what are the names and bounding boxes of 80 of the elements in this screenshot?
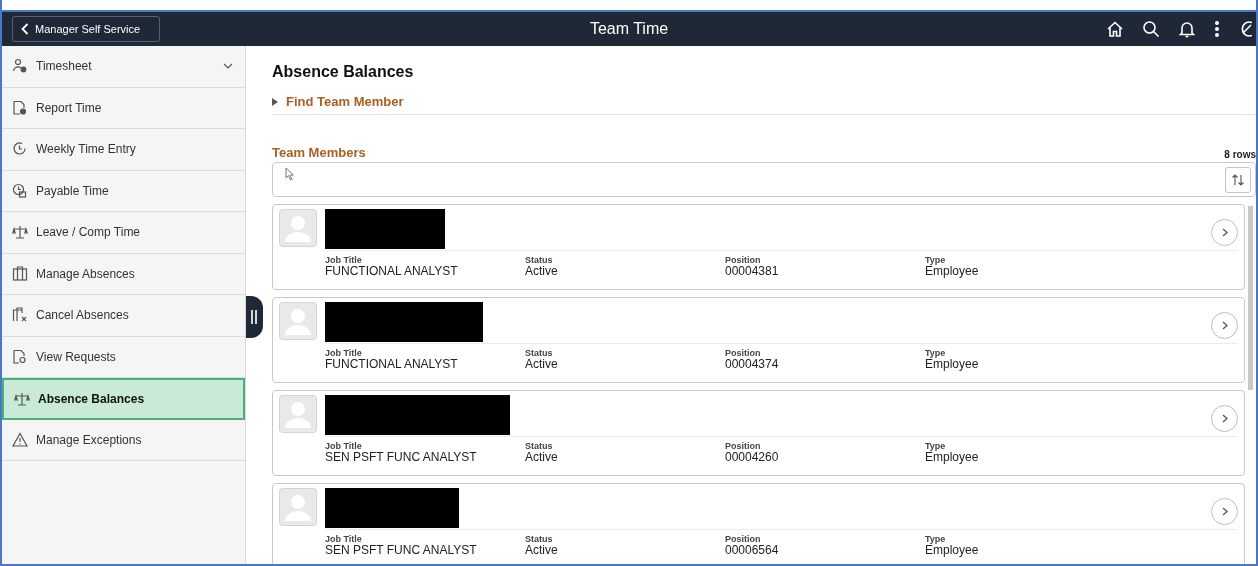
field-label: Position	[725, 349, 762, 358]
field-label: Type	[925, 349, 947, 358]
back-chevron-icon	[21, 23, 29, 35]
member-card[interactable]: Job Title SEN PSFT FUNC ANALYST Status Active Position 00004260 Type Employee	[272, 390, 1245, 476]
back-button[interactable]: Manager Self Service	[12, 16, 160, 42]
field-label: Position	[725, 256, 762, 265]
clock-icon	[12, 182, 28, 199]
sidebar-item[interactable]: Weekly Time Entry	[2, 129, 245, 171]
member-card[interactable]: Job Title SEN PSFT FUNC ANALYST Status Active Position 00006564 Type Employee	[272, 483, 1245, 564]
field-value: Active	[525, 451, 559, 465]
section-title: Team Members	[272, 143, 366, 162]
sidebar-item[interactable]: Payable Time	[2, 170, 245, 212]
avatar-icon	[279, 209, 317, 247]
field-value: 00004381	[725, 265, 780, 279]
building-icon	[12, 265, 28, 282]
field-value: Active	[525, 358, 559, 372]
collapse-handle[interactable]	[246, 296, 263, 338]
caret-right-icon	[272, 97, 278, 106]
field-value: SEN PSFT FUNC ANALYST	[325, 544, 478, 558]
field-label: Status	[525, 349, 554, 358]
home-icon[interactable]	[1106, 20, 1124, 38]
member-card[interactable]: Job Title FUNCTIONAL ANALYST Status Active Position 00004374 Type Employee	[272, 297, 1245, 383]
scrollbar-thumb[interactable]	[1248, 206, 1253, 390]
field-label: Type	[925, 442, 947, 451]
field-value: Employee	[925, 544, 980, 558]
chevron-right-icon	[1221, 228, 1228, 237]
page-title: Absence Balances	[272, 62, 415, 82]
sidebar-item[interactable]: Report Time	[2, 87, 245, 129]
cursor-icon	[285, 167, 295, 181]
sidebar-item[interactable]: Manage Absences	[2, 253, 245, 295]
field-value: Employee	[925, 451, 980, 465]
building-icon	[12, 307, 28, 324]
field-value: FUNCTIONAL ANALYST	[325, 358, 459, 372]
chevron-right-icon	[1221, 414, 1228, 423]
warning-icon	[12, 431, 28, 448]
clock-icon	[12, 141, 28, 158]
field-value: 00004260	[725, 451, 780, 465]
avatar-icon	[279, 395, 317, 433]
field-label: Status	[525, 442, 554, 451]
field-label: Type	[925, 256, 947, 265]
avatar-icon	[279, 302, 317, 340]
document-icon	[12, 348, 28, 365]
field-label: Position	[725, 442, 762, 451]
chevron-right-icon	[1221, 507, 1228, 516]
field-label: Job Title	[325, 442, 363, 451]
member-card[interactable]: Job Title FUNCTIONAL ANALYST Status Active Position 00004381 Type Employee	[272, 204, 1245, 290]
chevron-right-icon	[1221, 321, 1228, 330]
field-label: Position	[725, 535, 762, 544]
field-label: Status	[525, 256, 554, 265]
scale-icon	[12, 224, 28, 241]
field-value: Employee	[925, 265, 980, 279]
person-icon	[12, 58, 28, 75]
page-header-title: Team Time	[589, 20, 669, 37]
field-value: 00004374	[725, 358, 780, 372]
find-team-member-toggle[interactable]: Find Team Member	[272, 92, 404, 112]
field-value: Active	[525, 265, 559, 279]
field-label: Job Title	[325, 535, 363, 544]
field-value: FUNCTIONAL ANALYST	[325, 265, 459, 279]
field-label: Status	[525, 535, 554, 544]
field-label: Type	[925, 535, 947, 544]
sidebar-item[interactable]: Leave / Comp Time	[2, 212, 245, 254]
sidebar-item[interactable]: Manage Exceptions	[2, 419, 245, 461]
search-icon[interactable]	[1142, 20, 1160, 38]
sidebar-item[interactable]: Cancel Absences	[2, 295, 245, 337]
more-options-icon[interactable]	[1214, 20, 1220, 38]
field-value: 00006564	[725, 544, 780, 558]
field-value: Employee	[925, 358, 980, 372]
row-count: 8 rows	[1224, 148, 1256, 162]
document-icon	[12, 99, 28, 116]
scale-icon	[14, 390, 30, 407]
sidebar-item[interactable]: Timesheet	[2, 46, 245, 88]
sort-icon	[1231, 173, 1245, 187]
sidebar-item[interactable]: Absence Balances	[2, 378, 245, 420]
avatar-icon	[279, 488, 317, 526]
field-value: Active	[525, 544, 559, 558]
field-label: Job Title	[325, 256, 363, 265]
field-label: Job Title	[325, 349, 363, 358]
sort-button[interactable]	[1225, 167, 1251, 193]
field-value: SEN PSFT FUNC ANALYST	[325, 451, 478, 465]
bell-icon[interactable]	[1178, 20, 1196, 38]
